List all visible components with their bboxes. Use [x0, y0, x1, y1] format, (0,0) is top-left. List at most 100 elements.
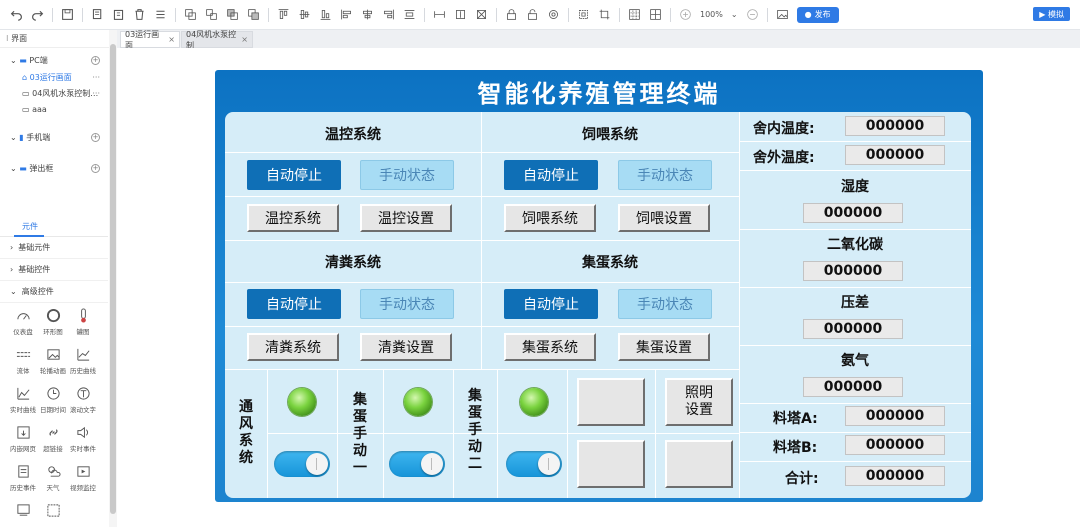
align-right-icon[interactable]	[380, 6, 398, 24]
tree-group-popup[interactable]: ⌄ ▬ 弹出框 +	[0, 160, 108, 176]
undo-icon[interactable]	[8, 6, 26, 24]
add-icon[interactable]: +	[91, 132, 100, 142]
zoom-out-icon[interactable]	[743, 6, 761, 24]
select-area-icon[interactable]	[575, 6, 593, 24]
feeding-manual-button[interactable]: 手动状态	[618, 160, 712, 190]
align-left-icon[interactable]	[338, 6, 356, 24]
same-width-icon[interactable]	[431, 6, 449, 24]
sidebar-scrollbar[interactable]	[109, 30, 117, 527]
feeding-auto-stop-button[interactable]: 自动停止	[504, 160, 598, 190]
component-carousel[interactable]: 轮播动画	[36, 345, 70, 381]
temperature-system-button[interactable]: 温控系统	[247, 204, 339, 232]
feeding-settings-button[interactable]: 饲喂设置	[618, 204, 710, 232]
tree-item-page[interactable]: ⌂ 03运行画面 ···	[0, 69, 108, 85]
lighting-settings-button[interactable]: 照明设置	[665, 378, 733, 426]
close-icon[interactable]: ×	[241, 35, 248, 44]
component-realtime-curve[interactable]: 实时曲线	[6, 384, 40, 420]
same-size-icon[interactable]	[473, 6, 491, 24]
more-icon[interactable]: ···	[92, 73, 100, 82]
tree-item-page[interactable]: ▭ 04风机水泵控制… ···	[0, 85, 108, 101]
component-video[interactable]: 视频监控	[66, 462, 100, 498]
component-tank[interactable]: 罐图	[66, 306, 100, 342]
align-bottom-icon[interactable]	[317, 6, 335, 24]
blank-button-1[interactable]	[577, 378, 645, 426]
manure-system-button[interactable]: 清粪系统	[247, 333, 339, 361]
distribute-icon[interactable]	[401, 6, 419, 24]
align-middle-icon[interactable]	[296, 6, 314, 24]
list-icon[interactable]	[152, 6, 170, 24]
redo-icon[interactable]	[29, 6, 47, 24]
send-back-icon[interactable]	[245, 6, 263, 24]
egg-system-title: 集蛋系统	[582, 255, 638, 271]
manure-settings-button[interactable]: 清粪设置	[360, 333, 452, 361]
tree-item-page[interactable]: ▭ aaa	[0, 101, 108, 117]
bring-front-icon[interactable]	[224, 6, 242, 24]
preview-image-icon[interactable]	[773, 6, 791, 24]
save-icon[interactable]	[59, 6, 77, 24]
component-ring-chart[interactable]: 环形图	[36, 306, 70, 342]
component-realtime-event[interactable]: 实时事件	[66, 423, 100, 459]
egg-manual-1-toggle[interactable]	[389, 451, 445, 477]
temperature-auto-stop-button[interactable]: 自动停止	[247, 160, 341, 190]
component-gauge[interactable]: 仪表盘	[6, 306, 40, 342]
component-fluid[interactable]: 流体	[6, 345, 40, 381]
component-history-event[interactable]: 历史事件	[6, 462, 40, 498]
snap-grid-icon[interactable]	[647, 6, 665, 24]
component-history-curve[interactable]: 历史曲线	[66, 345, 100, 381]
tab-components[interactable]: 元件	[22, 221, 38, 232]
egg-manual-2-toggle[interactable]	[506, 451, 562, 477]
egg-system-button[interactable]: 集蛋系统	[504, 333, 596, 361]
component-hyperlink[interactable]: 超链接	[36, 423, 70, 459]
delete-icon[interactable]	[131, 6, 149, 24]
tab-runtime-screen[interactable]: 03运行画面 ×	[120, 30, 180, 50]
lock-icon[interactable]	[503, 6, 521, 24]
category-advanced-controls[interactable]: ⌄ 高级控件	[0, 281, 108, 303]
unlock-icon[interactable]	[524, 6, 542, 24]
component-iframe[interactable]: 内嵌网页	[6, 423, 40, 459]
category-basic-controls[interactable]: › 基础控件	[0, 259, 108, 281]
category-basic-elements[interactable]: › 基础元件	[0, 237, 108, 259]
grid-line	[739, 345, 971, 346]
egg-manual-button[interactable]: 手动状态	[618, 289, 712, 319]
grid-icon[interactable]	[626, 6, 644, 24]
tab-fan-pump-control[interactable]: 04风机水泵控制 ×	[181, 30, 253, 50]
temperature-manual-button[interactable]: 手动状态	[360, 160, 454, 190]
desktop-icon: ▬	[19, 55, 30, 65]
publish-button[interactable]: ● 发布	[796, 6, 839, 23]
align-center-icon[interactable]	[359, 6, 377, 24]
paste-icon[interactable]	[110, 6, 128, 24]
copy-icon[interactable]	[89, 6, 107, 24]
chevron-down-icon[interactable]: ⌄	[731, 10, 738, 19]
blank-button-2[interactable]	[577, 440, 645, 488]
temperature-settings-button[interactable]: 温控设置	[360, 204, 452, 232]
component-extra-a[interactable]	[6, 501, 40, 527]
align-top-icon[interactable]	[275, 6, 293, 24]
component-extra-b[interactable]	[36, 501, 70, 527]
feeding-system-button[interactable]: 饲喂系统	[504, 204, 596, 232]
simulate-button[interactable]: ▶ 模拟	[1033, 7, 1070, 21]
zoom-level[interactable]: 100%	[700, 10, 723, 19]
scrollbar-thumb[interactable]	[110, 44, 116, 514]
tree-group-mobile[interactable]: ⌄ ▮ 手机端 +	[0, 129, 108, 145]
hmi-screen: 智能化养殖管理终端 温控系统 自动停止 手动状态 温控系统 温控设置 饲喂系统 …	[215, 70, 983, 502]
egg-auto-stop-button[interactable]: 自动停止	[504, 289, 598, 319]
same-height-icon[interactable]	[452, 6, 470, 24]
component-datetime[interactable]: 日期时间	[36, 384, 70, 420]
group-icon[interactable]	[182, 6, 200, 24]
manure-manual-button[interactable]: 手动状态	[360, 289, 454, 319]
settings-icon[interactable]	[545, 6, 563, 24]
close-icon[interactable]: ×	[168, 35, 175, 44]
crop-icon[interactable]	[596, 6, 614, 24]
component-marquee[interactable]: 滚动文字	[66, 384, 100, 420]
manure-auto-stop-button[interactable]: 自动停止	[247, 289, 341, 319]
tree-group-pc[interactable]: ⌄ ▬ PC端 +	[0, 52, 108, 68]
zoom-in-icon[interactable]	[677, 6, 695, 24]
egg-settings-button[interactable]: 集蛋设置	[618, 333, 710, 361]
component-weather[interactable]: 天气	[36, 462, 70, 498]
add-icon[interactable]: +	[91, 163, 100, 173]
blank-button-3[interactable]	[665, 440, 733, 488]
more-icon[interactable]: ···	[92, 89, 100, 98]
ventilation-toggle[interactable]	[274, 451, 330, 477]
add-icon[interactable]: +	[91, 55, 100, 65]
ungroup-icon[interactable]	[203, 6, 221, 24]
